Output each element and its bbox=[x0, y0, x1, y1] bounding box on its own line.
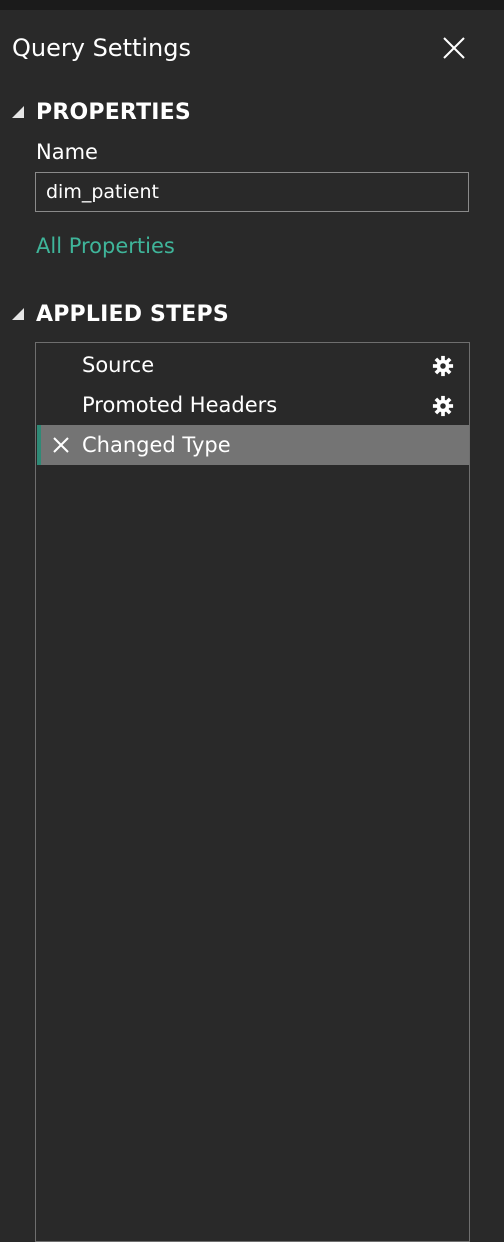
pane-title: Query Settings bbox=[12, 34, 192, 62]
applied-steps-header-label: APPLIED STEPS bbox=[36, 301, 229, 327]
step-promoted-headers[interactable]: Promoted Headers bbox=[37, 385, 469, 425]
step-source[interactable]: Source bbox=[37, 345, 469, 385]
step-label: Promoted Headers bbox=[82, 393, 278, 417]
applied-steps-list: Source Promoted Headers Changed Type bbox=[35, 342, 470, 1242]
delete-step-icon bbox=[53, 437, 69, 453]
properties-header-label: PROPERTIES bbox=[36, 99, 191, 125]
query-name-input[interactable] bbox=[35, 172, 469, 212]
name-label: Name bbox=[36, 140, 98, 164]
step-settings-button[interactable] bbox=[431, 354, 455, 378]
applied-steps-section-header[interactable]: APPLIED STEPS bbox=[8, 300, 229, 328]
collapse-triangle-icon bbox=[8, 102, 28, 122]
query-settings-pane: Query Settings PROPERTIES Name All Prope… bbox=[0, 10, 504, 1242]
close-button[interactable] bbox=[436, 30, 472, 66]
gear-icon bbox=[432, 355, 454, 377]
gear-icon bbox=[432, 395, 454, 417]
step-label: Changed Type bbox=[82, 433, 231, 457]
collapse-triangle-icon bbox=[8, 304, 28, 324]
window-top-bar bbox=[0, 0, 504, 10]
properties-section-header[interactable]: PROPERTIES bbox=[8, 98, 191, 126]
delete-step-button[interactable] bbox=[51, 435, 71, 455]
all-properties-link[interactable]: All Properties bbox=[36, 232, 175, 260]
selection-indicator bbox=[37, 425, 41, 465]
close-icon bbox=[443, 37, 465, 59]
step-changed-type[interactable]: Changed Type bbox=[37, 425, 469, 465]
step-label: Source bbox=[82, 353, 155, 377]
step-settings-button[interactable] bbox=[431, 394, 455, 418]
